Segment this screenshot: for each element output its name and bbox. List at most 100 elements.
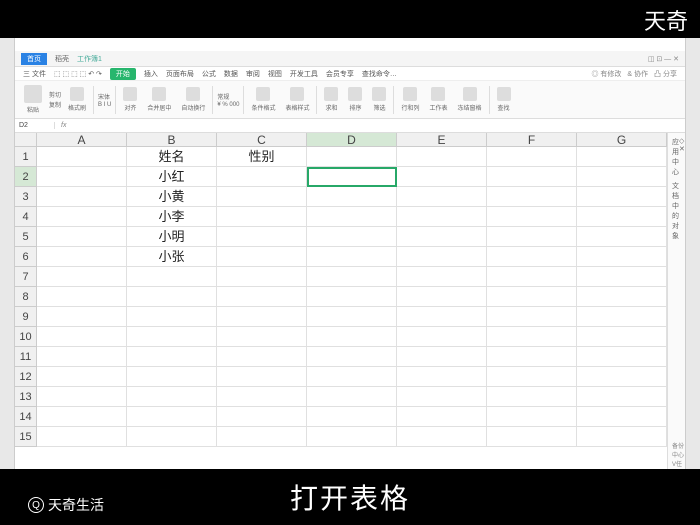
cell-A7[interactable] — [37, 267, 127, 287]
side-panel-close-icon[interactable]: ◇ ✕ — [679, 137, 685, 177]
row-header[interactable]: 13 — [15, 387, 37, 407]
tab-templates[interactable]: 稻壳 — [55, 54, 69, 64]
cell-G12[interactable] — [577, 367, 667, 387]
menu-dev[interactable]: 开发工具 — [290, 69, 318, 79]
cell-G15[interactable] — [577, 427, 667, 447]
ribbon-worksheet[interactable]: 工作表 — [426, 87, 450, 112]
cell-E4[interactable] — [397, 207, 487, 227]
row-header[interactable]: 5 — [15, 227, 37, 247]
cell-D12[interactable] — [307, 367, 397, 387]
ribbon-table-style[interactable]: 表格样式 — [282, 87, 312, 112]
cell-G10[interactable] — [577, 327, 667, 347]
cell-G9[interactable] — [577, 307, 667, 327]
cell-D13[interactable] — [307, 387, 397, 407]
row-header[interactable]: 7 — [15, 267, 37, 287]
cell-A15[interactable] — [37, 427, 127, 447]
cell-C15[interactable] — [217, 427, 307, 447]
cell-D8[interactable] — [307, 287, 397, 307]
ribbon-format-painter[interactable]: 格式刷 — [65, 87, 89, 112]
cell-F10[interactable] — [487, 327, 577, 347]
cell-C6[interactable] — [217, 247, 307, 267]
cell-F15[interactable] — [487, 427, 577, 447]
cell-E5[interactable] — [397, 227, 487, 247]
cell-B3[interactable]: 小黄 — [127, 187, 217, 207]
cell-B14[interactable] — [127, 407, 217, 427]
cell-D9[interactable] — [307, 307, 397, 327]
cell-B12[interactable] — [127, 367, 217, 387]
cell-G11[interactable] — [577, 347, 667, 367]
cell-C13[interactable] — [217, 387, 307, 407]
cell-D4[interactable] — [307, 207, 397, 227]
cell-G7[interactable] — [577, 267, 667, 287]
ribbon-sort[interactable]: 排序 — [345, 87, 365, 112]
cell-C12[interactable] — [217, 367, 307, 387]
row-header[interactable]: 9 — [15, 307, 37, 327]
cell-C2[interactable] — [217, 167, 307, 187]
cell-F5[interactable] — [487, 227, 577, 247]
col-header-D[interactable]: D — [307, 133, 397, 147]
cell-A1[interactable] — [37, 147, 127, 167]
cell-D3[interactable] — [307, 187, 397, 207]
cell-F14[interactable] — [487, 407, 577, 427]
cell-C8[interactable] — [217, 287, 307, 307]
cell-B8[interactable] — [127, 287, 217, 307]
fx-label[interactable]: fx — [55, 122, 72, 129]
cell-A11[interactable] — [37, 347, 127, 367]
col-header-B[interactable]: B — [127, 133, 217, 147]
name-box[interactable]: D2 — [15, 122, 55, 129]
cell-G13[interactable] — [577, 387, 667, 407]
ribbon-wrap[interactable]: 自动换行 — [178, 87, 208, 112]
row-header[interactable]: 11 — [15, 347, 37, 367]
cell-E11[interactable] — [397, 347, 487, 367]
cell-G1[interactable] — [577, 147, 667, 167]
cell-E13[interactable] — [397, 387, 487, 407]
col-header-E[interactable]: E — [397, 133, 487, 147]
cell-C1[interactable]: 性别 — [217, 147, 307, 167]
cell-F7[interactable] — [487, 267, 577, 287]
cell-D14[interactable] — [307, 407, 397, 427]
cell-A10[interactable] — [37, 327, 127, 347]
cell-E15[interactable] — [397, 427, 487, 447]
side-panel-backup[interactable]: 备份中心 — [672, 441, 685, 459]
cell-D2[interactable] — [307, 167, 397, 187]
ribbon-align[interactable]: 对齐 — [120, 87, 140, 112]
cell-F3[interactable] — [487, 187, 577, 207]
row-header[interactable]: 4 — [15, 207, 37, 227]
cell-B2[interactable]: 小红 — [127, 167, 217, 187]
cell-F11[interactable] — [487, 347, 577, 367]
row-header[interactable]: 1 — [15, 147, 37, 167]
cell-B1[interactable]: 姓名 — [127, 147, 217, 167]
menu-data[interactable]: 数据 — [224, 69, 238, 79]
cell-B11[interactable] — [127, 347, 217, 367]
cell-A13[interactable] — [37, 387, 127, 407]
cell-B15[interactable] — [127, 427, 217, 447]
col-header-C[interactable]: C — [217, 133, 307, 147]
cell-D5[interactable] — [307, 227, 397, 247]
menu-formula[interactable]: 公式 — [202, 69, 216, 79]
cell-B10[interactable] — [127, 327, 217, 347]
menu-review[interactable]: 审阅 — [246, 69, 260, 79]
cell-C10[interactable] — [217, 327, 307, 347]
cell-F4[interactable] — [487, 207, 577, 227]
cell-G5[interactable] — [577, 227, 667, 247]
cell-F8[interactable] — [487, 287, 577, 307]
cell-D1[interactable] — [307, 147, 397, 167]
row-header[interactable]: 10 — [15, 327, 37, 347]
menu-search[interactable]: 查找命令… — [362, 69, 397, 79]
cell-A6[interactable] — [37, 247, 127, 267]
menu-start[interactable]: 开始 — [110, 68, 136, 80]
cell-F2[interactable] — [487, 167, 577, 187]
ribbon-filter[interactable]: 筛选 — [369, 87, 389, 112]
cell-D7[interactable] — [307, 267, 397, 287]
cell-C9[interactable] — [217, 307, 307, 327]
menu-share[interactable]: 凸 分享 — [654, 69, 677, 79]
cell-E10[interactable] — [397, 327, 487, 347]
ribbon-find[interactable]: 查找 — [494, 87, 514, 112]
cell-D11[interactable] — [307, 347, 397, 367]
cell-F12[interactable] — [487, 367, 577, 387]
cell-A14[interactable] — [37, 407, 127, 427]
cell-A4[interactable] — [37, 207, 127, 227]
cell-F9[interactable] — [487, 307, 577, 327]
cell-B6[interactable]: 小张 — [127, 247, 217, 267]
ribbon-paste[interactable]: 粘贴 — [21, 85, 45, 114]
